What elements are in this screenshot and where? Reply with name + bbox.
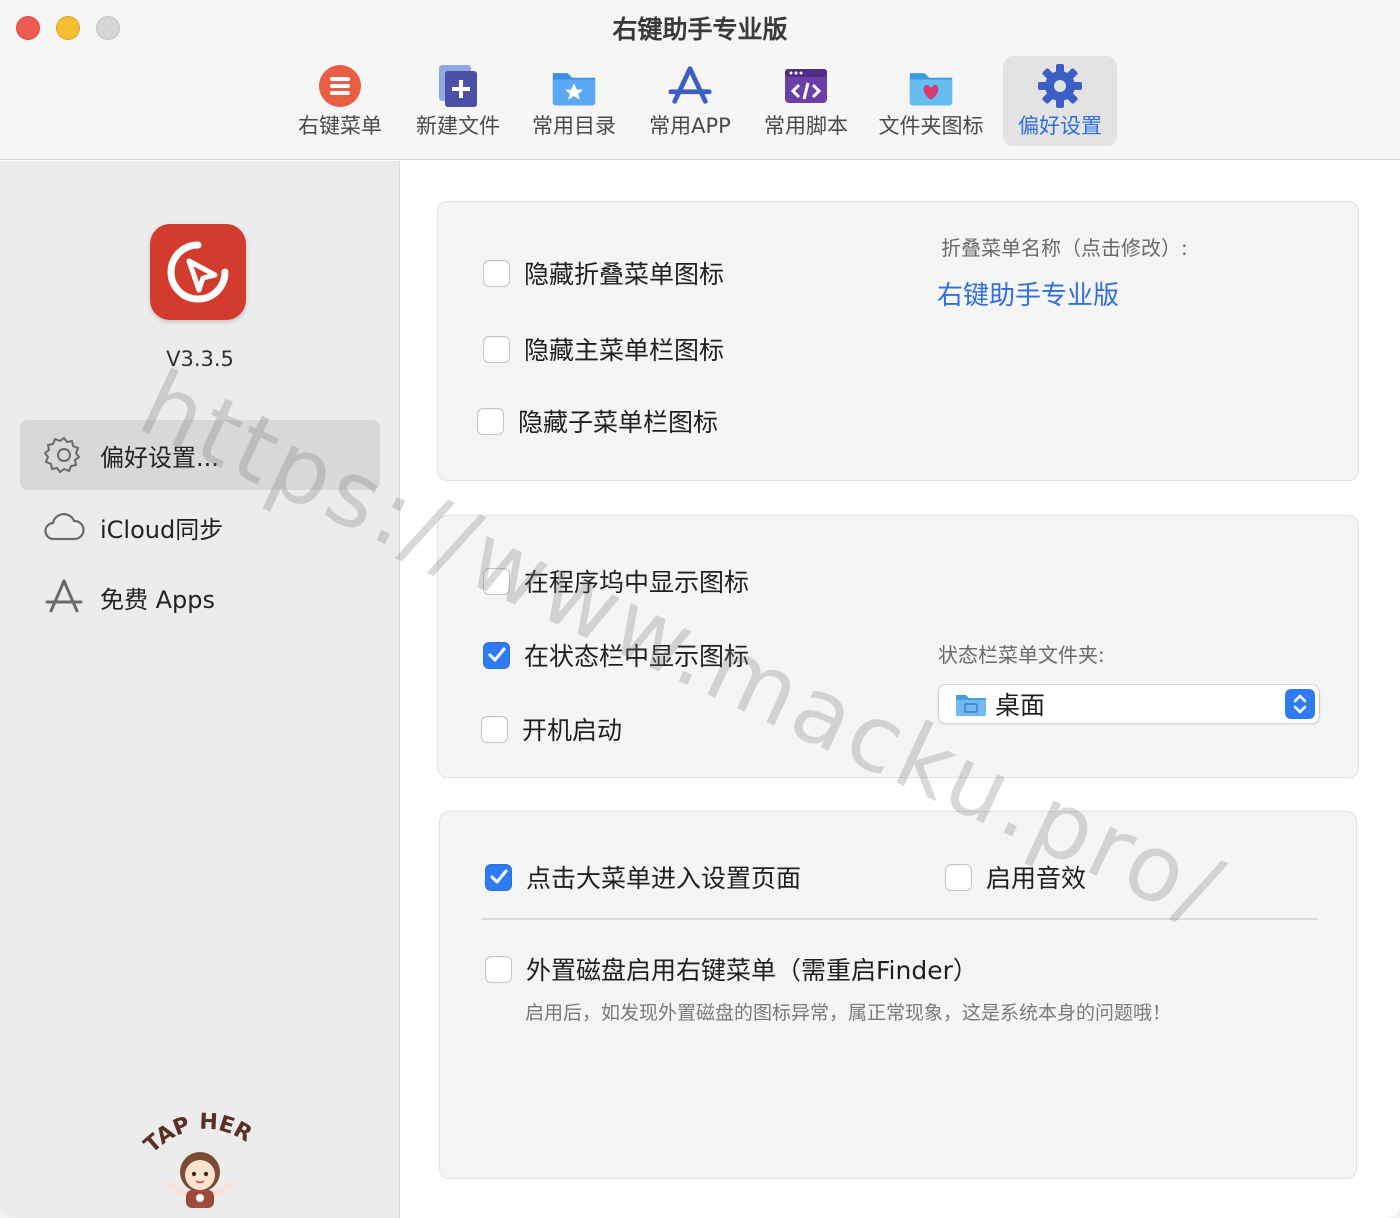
window-title: 右键助手专业版 xyxy=(612,15,788,44)
tab-label: 常用APP xyxy=(649,114,731,138)
tab-label: 偏好设置 xyxy=(1018,114,1102,138)
checkbox[interactable] xyxy=(945,863,972,891)
checkbox[interactable] xyxy=(477,407,504,435)
checkbox[interactable] xyxy=(483,641,510,669)
gear-icon xyxy=(42,433,86,477)
divider xyxy=(481,918,1317,920)
svg-text:TAP HERE: TAP HERE xyxy=(140,1106,256,1158)
hide-sub-menubar-icon-checkbox[interactable]: 隐藏子菜单栏图标 xyxy=(477,403,718,439)
cloud-icon xyxy=(42,505,86,549)
checkbox[interactable] xyxy=(485,955,512,983)
fold-menu-name-link[interactable]: 右键助手专业版 xyxy=(937,275,1119,312)
tap-here-mascot[interactable]: TAP HERE xyxy=(132,1087,260,1211)
tab-common-apps[interactable]: 常用APP xyxy=(635,56,745,146)
sidebar-item-label: 偏好设置... xyxy=(100,443,219,472)
sidebar: V3.3.5 偏好设置... iCloud同步 免费 Apps TAP HERE xyxy=(0,161,400,1218)
tab-label: 新建文件 xyxy=(416,114,500,138)
external-disk-hint: 启用后，如发现外置磁盘的图标异常，属正常现象，这是系统本身的问题哦！ xyxy=(525,1002,1172,1024)
app-logo xyxy=(150,224,246,320)
hide-fold-menu-icon-checkbox[interactable]: 隐藏折叠菜单图标 xyxy=(483,255,724,291)
display-panel: 在程序坞中显示图标 在状态栏中显示图标 开机启动 状态栏菜单文件夹: 桌面 xyxy=(437,515,1359,778)
script-icon xyxy=(783,64,829,108)
show-in-dock-checkbox[interactable]: 在程序坞中显示图标 xyxy=(483,563,749,599)
tab-label: 右键菜单 xyxy=(298,114,382,138)
checkbox[interactable] xyxy=(483,259,510,287)
tab-common-folders[interactable]: 常用目录 xyxy=(519,56,629,146)
enable-sound-checkbox[interactable]: 启用音效 xyxy=(945,859,1086,895)
app-store-icon xyxy=(667,64,713,108)
titlebar: 右键助手专业版 右键菜单 新建文件 常用目录 常用APP 常用脚本 文件夹图标 … xyxy=(0,0,1400,160)
sidebar-item-preferences[interactable]: 偏好设置... xyxy=(20,420,380,490)
app-store-icon xyxy=(42,575,86,619)
app-version: V3.3.5 xyxy=(166,347,234,371)
folder-icon xyxy=(955,690,987,718)
show-in-statusbar-checkbox[interactable]: 在状态栏中显示图标 xyxy=(483,637,749,673)
checkbox[interactable] xyxy=(483,567,510,595)
checkbox[interactable] xyxy=(483,335,510,363)
chevron-updown-icon[interactable] xyxy=(1285,689,1315,719)
tab-common-scripts[interactable]: 常用脚本 xyxy=(751,56,861,146)
fold-menu-name-caption: 折叠菜单名称（点击修改）: xyxy=(941,236,1188,260)
star-folder-icon xyxy=(551,64,597,108)
checkbox[interactable] xyxy=(485,863,512,891)
tab-label: 文件夹图标 xyxy=(878,114,984,138)
hide-main-menubar-icon-checkbox[interactable]: 隐藏主菜单栏图标 xyxy=(483,331,724,367)
gear-icon xyxy=(1037,64,1083,108)
mascot-text: TAP HERE xyxy=(132,1087,255,1158)
external-disk-menu-checkbox[interactable]: 外置磁盘启用右键菜单（需重启Finder） xyxy=(485,951,978,987)
heart-folder-icon xyxy=(908,64,954,108)
sidebar-item-icloud-sync[interactable]: iCloud同步 xyxy=(20,492,380,562)
new-file-icon xyxy=(435,64,481,108)
sidebar-item-label: 免费 Apps xyxy=(100,585,216,614)
checkbox[interactable] xyxy=(481,715,508,743)
tab-label: 常用脚本 xyxy=(764,114,848,138)
select-value: 桌面 xyxy=(995,691,1046,720)
statusbar-folder-select[interactable]: 桌面 xyxy=(938,684,1320,724)
click-big-menu-checkbox[interactable]: 点击大菜单进入设置页面 xyxy=(485,859,801,895)
sidebar-item-label: iCloud同步 xyxy=(100,515,224,544)
behavior-panel: 点击大菜单进入设置页面 启用音效 外置磁盘启用右键菜单（需重启Finder） 启… xyxy=(439,811,1357,1179)
tab-folder-icons[interactable]: 文件夹图标 xyxy=(867,56,995,146)
tab-right-click-menu[interactable]: 右键菜单 xyxy=(283,56,397,146)
tab-preferences[interactable]: 偏好设置 xyxy=(1003,56,1117,146)
statusbar-folder-caption: 状态栏菜单文件夹: xyxy=(938,643,1105,667)
tab-label: 常用目录 xyxy=(532,114,616,138)
tab-new-file[interactable]: 新建文件 xyxy=(403,56,513,146)
launch-at-login-checkbox[interactable]: 开机启动 xyxy=(481,711,622,747)
app-window: 右键助手专业版 右键菜单 新建文件 常用目录 常用APP 常用脚本 文件夹图标 … xyxy=(0,0,1400,1218)
fold-menu-panel: 隐藏折叠菜单图标 隐藏主菜单栏图标 隐藏子菜单栏图标 折叠菜单名称（点击修改）:… xyxy=(437,201,1359,481)
sidebar-item-free-apps[interactable]: 免费 Apps xyxy=(20,562,380,632)
checkmark-icon xyxy=(490,869,507,884)
list-circle-icon xyxy=(317,64,363,108)
checkmark-icon xyxy=(488,647,505,662)
